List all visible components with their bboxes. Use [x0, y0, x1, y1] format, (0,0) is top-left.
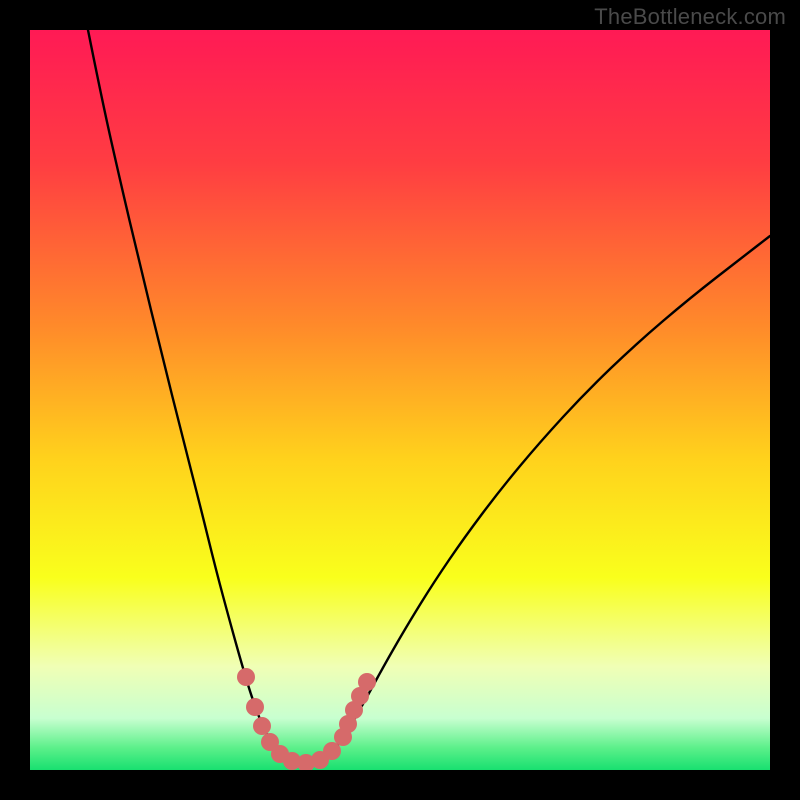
marker-dot — [237, 668, 255, 686]
watermark-text: TheBottleneck.com — [594, 4, 786, 30]
marker-dot — [253, 717, 271, 735]
chart-svg — [30, 30, 770, 770]
chart-frame: TheBottleneck.com — [0, 0, 800, 800]
plot-area — [30, 30, 770, 770]
marker-dot — [323, 742, 341, 760]
plot-background — [30, 30, 770, 770]
marker-dot — [246, 698, 264, 716]
marker-dot — [358, 673, 376, 691]
